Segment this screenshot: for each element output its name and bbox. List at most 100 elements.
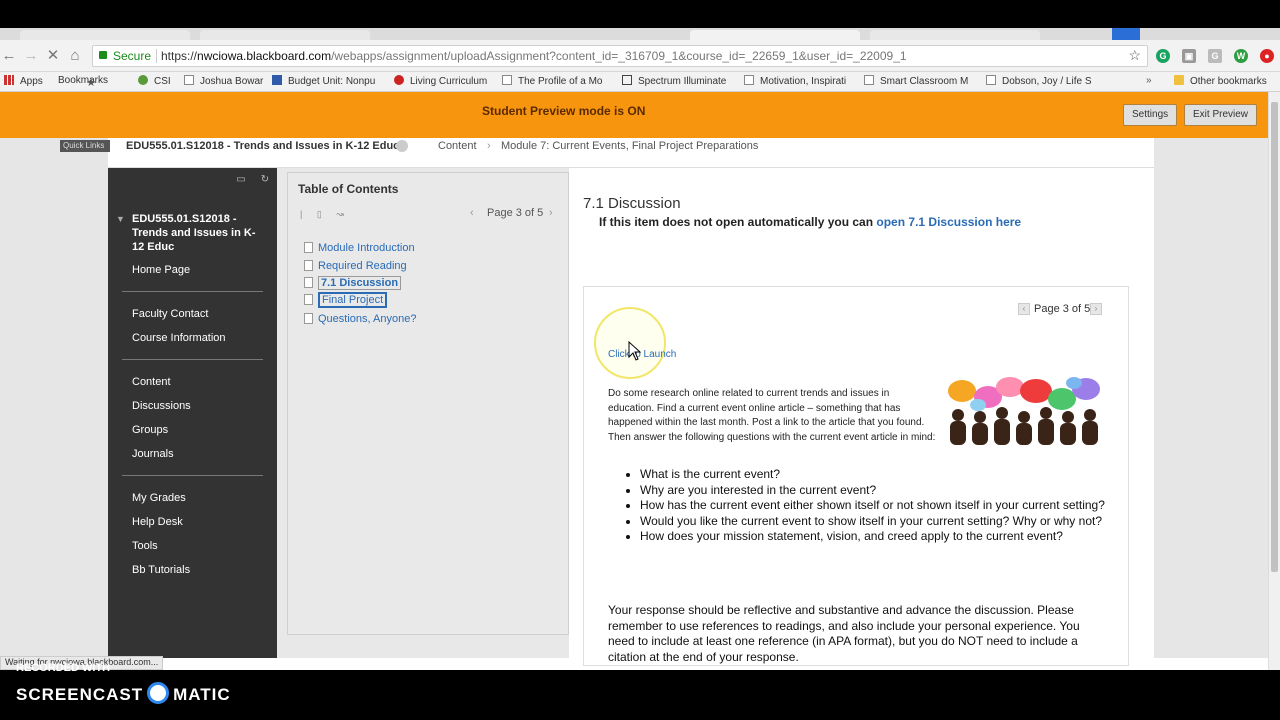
course-menu-title[interactable]: EDU555.01.S12018 - Trends and Issues in … [132,212,262,254]
menu-journals[interactable]: Journals [132,448,174,460]
left-gutter [0,138,108,658]
bookmark-label: Budget Unit: Nonpu [288,76,376,87]
address-bar[interactable]: Secure https://nwciowa.blackboard.com/we… [92,45,1148,67]
menu-bb-tutorials[interactable]: Bb Tutorials [132,564,190,576]
browser-tab[interactable] [870,30,1040,40]
screencast-o-matic-logo: SCREENCAST MATIC [16,682,231,705]
content-subtitle: If this item does not open automatically… [599,215,1021,229]
menu-course-information[interactable]: Course Information [132,332,226,344]
bookmark-label: Smart Classroom M [880,76,969,87]
toc-item-required-reading[interactable]: Required Reading [304,260,407,276]
browser-tab[interactable] [200,30,370,40]
bookmark-budget-unit[interactable]: Budget Unit: Nonpu [272,75,375,87]
more-bookmarks-icon[interactable]: » [1146,75,1152,86]
toc-item-7-1-discussion[interactable]: 7.1 Discussion [304,276,402,293]
bookmark-smart-classroom[interactable]: Smart Classroom M [864,75,968,87]
bookmark-star-icon[interactable]: ☆ [1128,47,1141,64]
menu-home-page[interactable]: Home Page [132,264,190,276]
bookmark-bookmarks[interactable]: ★ Bookmarks [58,75,109,89]
preview-message: Student Preview mode is ON [482,104,646,118]
bookmark-label: Other bookmarks [1190,76,1267,87]
frame-next-icon[interactable]: › [1090,303,1102,315]
stop-icon[interactable]: ✕ [44,47,62,65]
grammarly-extension-icon[interactable]: G [1156,49,1170,63]
bookmark-label: Bookmarks [58,75,109,86]
browser-tab-active[interactable] [690,30,860,40]
site-icon [622,75,632,85]
right-gutter [1154,138,1268,658]
bookmark-label: The Profile of a Mo [518,76,603,87]
menu-groups[interactable]: Groups [132,424,168,436]
extension-icon[interactable]: ▣ [1182,49,1196,63]
bookmark-dobson[interactable]: Dobson, Joy / Life S [986,75,1092,87]
bookmark-living-curriculum[interactable]: Living Curriculum [394,75,487,87]
toc-item-label: 7.1 Discussion [318,276,402,290]
breadcrumb-content[interactable]: Content [438,140,477,152]
folder-view-icon[interactable]: ▭ [235,174,247,186]
extension-red-icon[interactable]: ● [1260,49,1274,63]
student-preview-bar: Student Preview mode is ON Settings Exit… [0,92,1268,138]
url-text[interactable]: https://nwciowa.blackboard.com/webapps/a… [161,49,907,63]
toc-item-questions[interactable]: Questions, Anyone? [304,313,416,329]
page-scrollbar[interactable] [1268,92,1280,670]
exit-preview-button[interactable]: Exit Preview [1184,104,1258,126]
bookmark-profile[interactable]: The Profile of a Mo [502,75,602,87]
settings-button[interactable]: Settings [1123,104,1178,126]
menu-my-grades[interactable]: My Grades [132,492,186,504]
bookmark-csi[interactable]: CSI [138,75,171,87]
collapse-caret-icon[interactable]: ▼ [116,214,125,224]
frame-prev-icon[interactable]: ‹ [1018,303,1030,315]
forward-icon[interactable]: → [22,47,40,65]
menu-faculty-contact[interactable]: Faculty Contact [132,308,208,320]
omnibar: ← → ✕ ⌂ Secure https://nwciowa.blackboar… [0,40,1280,72]
toc-item-label: Questions, Anyone? [318,313,417,325]
response-instructions: Your response should be reflective and s… [608,603,1080,664]
scrollbar-thumb[interactable] [1271,102,1278,572]
toc-prev-icon[interactable]: ‹ [470,207,474,219]
assignment-description: Do some research online related to curre… [608,388,936,443]
browser-tab[interactable] [20,30,190,40]
bookmark-joshua-bowar[interactable]: Joshua Bowar [184,75,263,87]
breadcrumb-module: Module 7: Current Events, Final Project … [501,140,759,152]
new-tab-button[interactable] [1112,28,1140,40]
page-icon [304,313,313,324]
toc-next-icon[interactable]: › [549,207,553,219]
list-item: Why are you interested in the current ev… [640,483,1110,499]
menu-content[interactable]: Content [132,376,171,388]
menu-discussions[interactable]: Discussions [132,400,191,412]
bookmark-apps[interactable]: Apps [4,75,43,87]
menu-tools[interactable]: Tools [132,540,158,552]
open-discussion-link[interactable]: open 7.1 Discussion here [876,215,1021,229]
table-of-contents: Table of Contents | ▯ ↝ ‹ Page 3 of 5 › … [287,172,569,635]
page-icon [184,75,194,85]
bookmark-motivation[interactable]: Motivation, Inspirati [744,75,846,87]
toc-item-label: Module Introduction [318,242,415,254]
quick-links-button[interactable]: Quick Links [60,140,110,152]
page-icon [502,75,512,85]
toc-view-icons[interactable]: | ▯ ↝ [300,209,350,220]
bookmark-other[interactable]: Other bookmarks [1174,75,1267,87]
refresh-icon[interactable]: ↻ [259,174,271,186]
lock-icon [99,51,107,59]
frame-page-indicator: Page 3 of 5 [1034,303,1091,315]
menu-help-desk[interactable]: Help Desk [132,516,183,528]
toc-item-final-project[interactable]: Final Project [304,292,388,310]
folder-icon [1174,75,1184,85]
bookmark-spectrum[interactable]: Spectrum Illuminate [622,75,726,87]
back-icon[interactable]: ← [0,47,18,65]
toc-item-module-introduction[interactable]: Module Introduction [304,242,415,258]
bookmark-label: Dobson, Joy / Life S [1002,76,1092,87]
toc-title: Table of Contents [298,182,399,196]
breadcrumb-course[interactable]: EDU555.01.S12018 - Trends and Issues in … [126,140,399,152]
breadcrumb-separator-icon: › [487,140,491,152]
bookmark-label: Spectrum Illuminate [638,76,727,87]
watermark-right: MATIC [173,685,231,704]
screen: ← → ✕ ⌂ Secure https://nwciowa.blackboar… [0,0,1280,720]
home-icon[interactable]: ⌂ [66,47,84,65]
subtitle-text: If this item does not open automatically… [599,215,874,229]
mouse-cursor-icon [628,341,642,361]
click-to-launch-link[interactable]: Click to Launch [608,349,676,360]
breadcrumb-menu-icon[interactable] [396,140,408,152]
extension-w-icon[interactable]: W [1234,49,1248,63]
extension-icon[interactable]: G [1208,49,1222,63]
